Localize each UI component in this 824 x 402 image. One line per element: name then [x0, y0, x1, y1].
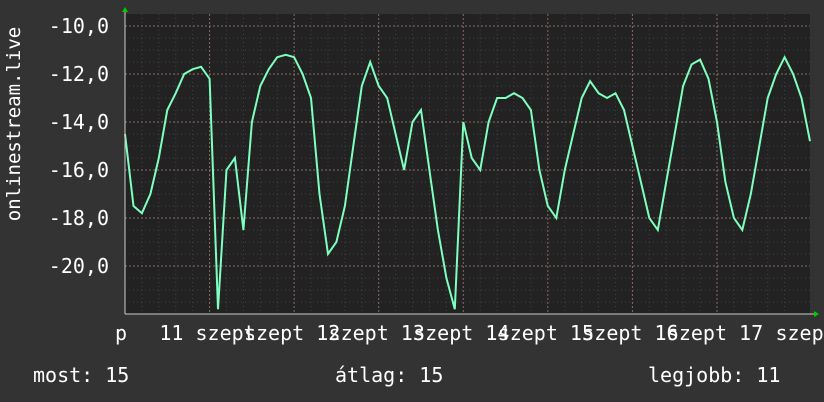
plot-area: [125, 14, 810, 314]
y-tick-label: -10,0: [49, 14, 109, 38]
x-tick-label: p: [115, 321, 127, 345]
x-tick-label: szep: [775, 321, 823, 345]
x-tick-label: szept 14: [413, 321, 509, 345]
x-tick-labels: p 11 szeptszept 12szept 13szept 14szept 1…: [115, 321, 824, 345]
stat-current: most: 15: [33, 363, 130, 387]
stat-best: legjobb: 11: [648, 363, 781, 387]
stat-average: átlag: 15: [335, 363, 444, 387]
y-axis-arrow: [122, 7, 128, 12]
x-tick-label: szept 12: [244, 321, 340, 345]
y-axis-label: onlinestream.live: [3, 26, 25, 222]
x-tick-label: szept 16: [582, 321, 678, 345]
y-tick-label: -12,0: [49, 62, 109, 86]
y-tick-label: -18,0: [49, 206, 109, 230]
x-tick-label: szept 13: [329, 321, 425, 345]
x-tick-label: szept 15: [498, 321, 594, 345]
y-tick-labels: -10,0 -12,0 -14,0 -16,0 -18,0 -20,0: [49, 14, 109, 278]
y-tick-label: -16,0: [49, 158, 109, 182]
x-tick-label: 11 szept: [159, 321, 255, 345]
y-tick-label: -20,0: [49, 254, 109, 278]
y-tick-label: -14,0: [49, 110, 109, 134]
chart-root: -10,0 -12,0 -14,0 -16,0 -18,0 -20,0 p 11 szept…: [0, 0, 824, 402]
x-axis-arrow: [814, 311, 819, 317]
x-tick-label: szept 17: [667, 321, 763, 345]
chart-svg: -10,0 -12,0 -14,0 -16,0 -18,0 -20,0 p 11 szept…: [49, 7, 824, 345]
